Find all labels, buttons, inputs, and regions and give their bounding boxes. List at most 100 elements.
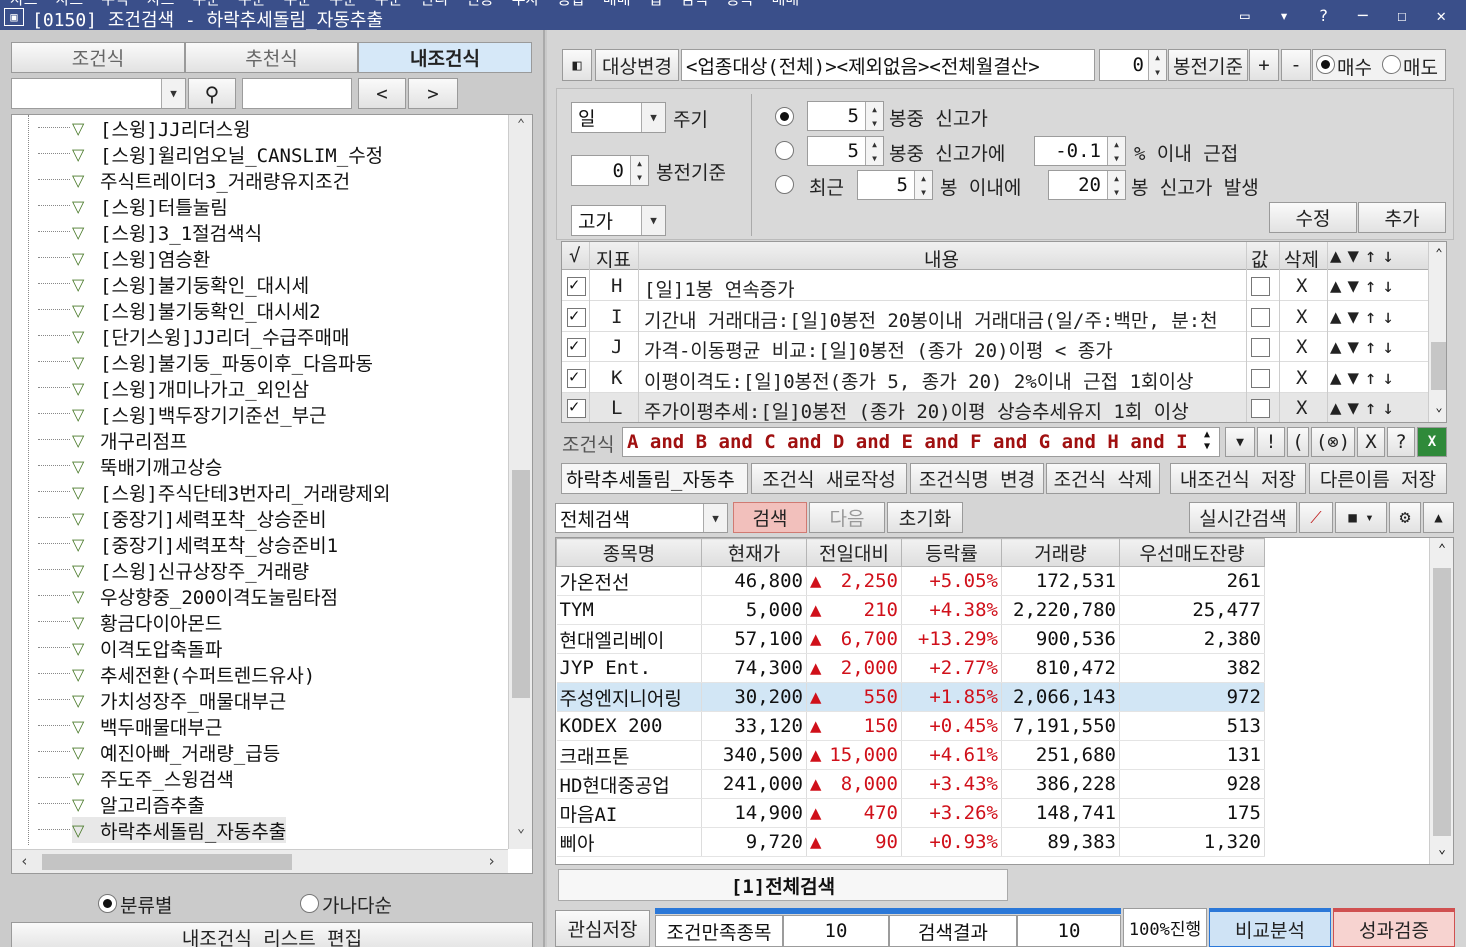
chevron-down-icon[interactable]: ▼: [641, 206, 665, 235]
bong-spinner[interactable]: 0 ▲ ▼: [1099, 49, 1167, 81]
buy-radio[interactable]: [1316, 55, 1335, 74]
move-arrows-icon[interactable]: ▲▼↑↓: [1330, 397, 1400, 419]
top-menu-item[interactable]: 주문: [329, 0, 357, 8]
top-menu-item[interactable]: 차트: [10, 0, 38, 8]
tree-item[interactable]: ▽ 알고리즘추출: [38, 791, 205, 817]
tree-item[interactable]: ▽ [스윙]3_1절검색식: [38, 219, 262, 245]
option2-spinner[interactable]: 5 ▲ ▼: [807, 136, 884, 166]
price-dropdown[interactable]: 고가 ▼: [571, 205, 666, 236]
not-button[interactable]: !: [1257, 427, 1285, 457]
tree-item[interactable]: ▽ 뚝배기깨고상승: [38, 453, 222, 479]
scroll-thumb[interactable]: [1433, 568, 1451, 836]
top-menu-item[interactable]: 주문: [192, 0, 220, 8]
tree-item[interactable]: ▽ 하락추세돌림_자동추출: [38, 817, 287, 843]
tree-item[interactable]: ▽ [스윙]윌리엄오닐_CANSLIM_수정: [38, 141, 383, 167]
open-paren-button[interactable]: (: [1287, 427, 1309, 457]
grid-scrollbar[interactable]: ⌃ ⌄: [1428, 242, 1446, 422]
verify-button[interactable]: 성과검증: [1333, 908, 1455, 947]
value-checkbox[interactable]: [1251, 307, 1270, 327]
tree-item[interactable]: ▽ [스윙]터틀눌림: [38, 193, 228, 219]
compare-button[interactable]: 비교분석: [1209, 908, 1331, 947]
tree-item[interactable]: ▽ [스윙]신규상장주_거래량: [38, 557, 309, 583]
tab-recommend[interactable]: 추천식: [185, 42, 358, 73]
sort-alpha-radio[interactable]: [300, 894, 319, 913]
save-condition-button[interactable]: 내조건식 저장: [1170, 463, 1306, 494]
add-button[interactable]: 추가: [1358, 202, 1446, 233]
top-menu-item[interactable]: 업: [649, 0, 663, 8]
top-menu-item[interactable]: 매매: [772, 0, 800, 8]
top-menu-item[interactable]: 주문: [284, 0, 312, 8]
col-name[interactable]: 종목명: [556, 538, 702, 567]
settings-button[interactable]: ⚙: [1389, 502, 1421, 533]
table-row[interactable]: 크래프톤 340,500 ▲ 15,000 +4.61% 251,680 131: [556, 740, 1265, 770]
move-arrows-icon[interactable]: ▲▼↑↓: [1330, 367, 1400, 389]
minus-button[interactable]: -: [1281, 49, 1311, 81]
tree-item[interactable]: ▽ [중장기]세력포착_상승준비1: [38, 531, 338, 557]
target-change-button[interactable]: 대상변경: [595, 49, 679, 81]
condition-checkbox[interactable]: [567, 336, 586, 357]
spinner-arrows-icon[interactable]: ▲ ▼: [1107, 137, 1125, 165]
next-button[interactable]: >: [408, 78, 458, 109]
rename-button[interactable]: 조건식명 변경: [910, 463, 1044, 494]
spinner-arrows-icon[interactable]: ▲ ▼: [630, 156, 648, 185]
tree-item[interactable]: ▽ 백두매물대부근: [38, 713, 222, 739]
spinner-arrows-icon[interactable]: ▲ ▼: [865, 102, 883, 130]
chart-button[interactable]: ⟋: [1299, 502, 1333, 533]
option1-spinner[interactable]: 5 ▲ ▼: [807, 101, 884, 131]
scroll-right-icon[interactable]: ›: [487, 852, 496, 870]
window-icon[interactable]: ▣: [4, 8, 24, 26]
chevron-down-icon[interactable]: ▼: [641, 103, 665, 132]
vertical-scrollbar[interactable]: ⌃ ⌄: [508, 115, 532, 849]
tree-item[interactable]: ▽ 가치성장주_매물대부근: [38, 687, 286, 713]
tree-item[interactable]: ▽ 주식트레이더3_거래량유지조건: [38, 167, 350, 193]
condition-checkbox[interactable]: [567, 275, 586, 296]
scroll-thumb[interactable]: [1431, 342, 1446, 390]
top-menu-item[interactable]: 매매: [603, 0, 631, 8]
scroll-up-icon[interactable]: ⌃: [509, 117, 532, 132]
tree-item[interactable]: ▽ 주도주_스윙검색: [38, 765, 234, 791]
option3-n2-spinner[interactable]: 20 ▲ ▼: [1048, 170, 1126, 200]
spinner-arrows-icon[interactable]: ▲ ▼: [914, 171, 932, 199]
delete-icon[interactable]: X: [1296, 275, 1307, 297]
scroll-down-icon[interactable]: ⌄: [509, 821, 532, 836]
results-scrollbar[interactable]: ⌃ ⌄: [1429, 538, 1453, 864]
panel-toggle-button[interactable]: ◧: [562, 49, 592, 81]
top-menu-item[interactable]: 주문: [238, 0, 266, 8]
col-volume[interactable]: 거래량: [1001, 538, 1120, 567]
top-menu-item[interactable]: 관리: [420, 0, 448, 8]
top-menu-item[interactable]: 투자: [512, 0, 540, 8]
help-button[interactable]: ?: [1387, 427, 1415, 457]
excel-button[interactable]: X: [1417, 427, 1447, 457]
search-next-button[interactable]: 다음: [809, 502, 885, 533]
col-change[interactable]: 전일대비: [806, 538, 902, 567]
condition-row[interactable]: K 이평이격도:[일]0봉전(종가 5, 종가 20) 2%이내 근접 1회이상 X…: [562, 363, 1428, 393]
tree-item[interactable]: ▽ [스윙]염승환: [38, 245, 210, 271]
edit-list-button[interactable]: 내조건식 리스트 편집: [11, 922, 533, 947]
condition-row[interactable]: L 주가이평추세:[일]0봉전 (종가 20)이평 상승추세유지 1회 이상 X ▲▼…: [562, 393, 1428, 422]
table-row[interactable]: 마음AI 14,900 ▲ 470 +3.26% 148,741 175: [556, 798, 1265, 828]
table-row[interactable]: 가온전선 46,800 ▲ 2,250 +5.05% 172,531 261: [556, 566, 1265, 596]
delete-icon[interactable]: X: [1296, 367, 1307, 389]
value-checkbox[interactable]: [1251, 368, 1270, 388]
tree-item[interactable]: ▽ [스윙]개미나가고_외인삼: [38, 375, 309, 401]
sell-radio[interactable]: [1382, 55, 1401, 74]
new-condition-button[interactable]: 조건식 새로작성: [751, 463, 907, 494]
top-menu-item[interactable]: 검색: [680, 0, 708, 8]
results-tab[interactable]: [1]전체검색: [558, 869, 1008, 901]
option3-radio[interactable]: [775, 175, 794, 194]
tree-item[interactable]: ▽ [스윙]백두장기기준선_부근: [38, 401, 327, 427]
table-row[interactable]: HD현대중공업 241,000 ▲ 8,000 +3.43% 386,228 928: [556, 769, 1265, 799]
save-interest-button[interactable]: 관심저장: [555, 910, 650, 947]
collapse-button[interactable]: ▲: [1423, 502, 1454, 533]
option1-radio[interactable]: [775, 107, 794, 126]
value-checkbox[interactable]: [1251, 277, 1270, 296]
condition-row[interactable]: I 기간내 거래대금:[일]0봉전 20봉이내 거래대금(일/주:백만, 분:천 X…: [562, 302, 1428, 332]
tree-item[interactable]: ▽ 황금다이아몬드: [38, 609, 222, 635]
tree-item[interactable]: ▽ [스윙]불기둥확인_대시세: [38, 271, 309, 297]
plus-button[interactable]: +: [1249, 49, 1279, 81]
tree-item[interactable]: ▽ 추세전환(수퍼트렌드유사): [38, 661, 315, 687]
formula-input[interactable]: A and B and C and D and E and F and G an…: [622, 427, 1220, 457]
window-controls[interactable]: ▭ ▾ ? ─ ☐ ✕: [1240, 6, 1456, 25]
value-checkbox[interactable]: [1251, 399, 1270, 418]
horizontal-scrollbar[interactable]: ‹ ›: [12, 849, 508, 873]
